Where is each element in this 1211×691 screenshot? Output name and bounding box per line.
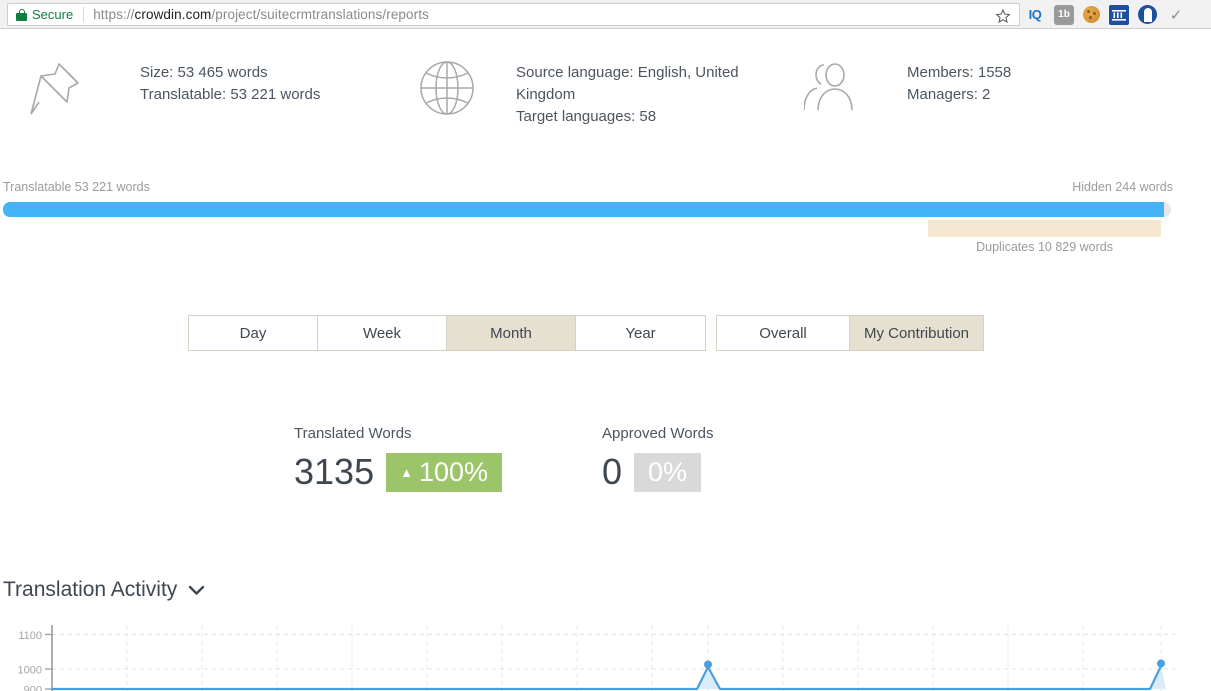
- source-language-text: Source language: English, United: [516, 64, 739, 81]
- tab-week[interactable]: Week: [318, 316, 447, 350]
- activity-chart-svg: 1100 1000 900: [18, 625, 1175, 691]
- translated-words-row: 3135 ▲ 100%: [294, 451, 503, 492]
- project-summary: Size: 53 465 words Translatable: 53 221 …: [0, 58, 1211, 158]
- chart-y-tick-marks: [45, 633, 52, 690]
- chart-ytick-1000: 1000: [18, 665, 42, 677]
- chevron-down-icon[interactable]: [188, 585, 205, 596]
- translated-words-metric: Translated Words 3135 ▲ 100%: [294, 425, 503, 492]
- translated-words-badge: ▲ 100%: [386, 452, 503, 492]
- translatable-words-label: Translatable 53 221 words: [3, 180, 150, 194]
- progress-bar-track: [3, 202, 1171, 217]
- project-language-lines: Source language: English, United Kingdom…: [516, 58, 746, 128]
- iq-extension-icon[interactable]: IQ: [1025, 5, 1045, 25]
- translation-activity-chart: 1100 1000 900: [0, 625, 1211, 691]
- project-size-lines: Size: 53 465 words Translatable: 53 221 …: [140, 58, 320, 120]
- check-extension-icon[interactable]: ✓: [1166, 5, 1186, 25]
- tab-day[interactable]: Day: [189, 316, 318, 350]
- target-languages-text: Target languages: 58: [516, 108, 657, 125]
- report-filters: Day Week Month Year Overall My Contribut…: [0, 315, 1211, 351]
- translated-words-badge-value: 100%: [418, 456, 489, 487]
- managers-count-text: Managers: 2: [907, 86, 991, 103]
- translation-activity-header[interactable]: Translation Activity: [3, 578, 205, 602]
- translated-words-value: 3135: [294, 451, 375, 492]
- bank-extension-icon[interactable]: [1109, 4, 1129, 25]
- chart-horizontal-gridlines: [52, 634, 1175, 670]
- progress-labels: Translatable 53 221 words Hidden 244 wor…: [0, 180, 1211, 198]
- url-text: https://crowdin.com/project/suitecrmtran…: [93, 7, 429, 22]
- approved-words-row: 0 0%: [602, 452, 713, 492]
- url-host: crowdin.com: [134, 7, 212, 22]
- translatable-progress-section: Translatable 53 221 words Hidden 244 wor…: [0, 180, 1211, 254]
- chart-ytick-1100: 1100: [18, 630, 42, 642]
- approved-words-metric: Approved Words 0 0%: [602, 425, 713, 492]
- progress-bar-fill: [3, 202, 1164, 217]
- chart-data-point[interactable]: [1157, 659, 1165, 668]
- project-members-lines: Members: 1558 Managers: 2: [907, 58, 1011, 116]
- source-language-text-cont: Kingdom: [516, 86, 576, 103]
- approved-words-badge-value: 0%: [648, 456, 688, 487]
- project-members-block: Members: 1558 Managers: 2: [800, 58, 1011, 116]
- activity-title: Translation Activity: [3, 578, 178, 601]
- blocker-extension-icon[interactable]: 1b: [1054, 4, 1074, 25]
- profile-avatar-icon[interactable]: [1138, 5, 1157, 24]
- omnibox-divider: [83, 7, 85, 22]
- globe-icon: [412, 58, 482, 128]
- bookmark-star-icon[interactable]: [995, 8, 1011, 24]
- url-path: /project/suitecrmtranslations/reports: [211, 7, 429, 22]
- browser-toolbar: Secure https://crowdin.com/project/suite…: [0, 0, 1211, 29]
- tab-my-contribution[interactable]: My Contribution: [850, 316, 983, 350]
- approved-words-caption: Approved Words: [602, 425, 714, 442]
- hidden-words-label: Hidden 244 words: [1072, 180, 1173, 194]
- page-content: Size: 53 465 words Translatable: 53 221 …: [0, 30, 1211, 691]
- members-count-text: Members: 1558: [907, 64, 1012, 81]
- duplicates-label: Duplicates 10 829 words: [976, 240, 1113, 254]
- caret-up-icon: ▲: [400, 464, 413, 480]
- address-bar[interactable]: Secure https://crowdin.com/project/suite…: [7, 3, 1020, 26]
- translated-words-caption: Translated Words: [294, 425, 412, 442]
- extension-icons: IQ 1b ✓: [1025, 0, 1186, 29]
- approved-words-value: 0: [602, 451, 623, 492]
- security-status-label: Secure: [32, 7, 74, 22]
- project-language-block: Source language: English, United Kingdom…: [412, 58, 746, 128]
- scope-tab-group: Overall My Contribution: [716, 315, 984, 351]
- duplicates-bar: [928, 220, 1161, 237]
- url-scheme: https://: [93, 7, 135, 22]
- tab-overall[interactable]: Overall: [717, 316, 850, 350]
- members-icon: [800, 58, 870, 116]
- pushpin-icon: [22, 58, 92, 120]
- project-size-text: Size: 53 465 words: [140, 64, 268, 81]
- tab-month[interactable]: Month: [447, 316, 576, 350]
- project-size-block: Size: 53 465 words Translatable: 53 221 …: [22, 58, 320, 120]
- approved-words-badge: 0%: [634, 452, 702, 492]
- chart-data-point[interactable]: [704, 660, 712, 669]
- chart-ytick-900: 900: [24, 685, 42, 691]
- project-translatable-text: Translatable: 53 221 words: [140, 86, 321, 103]
- tab-year[interactable]: Year: [576, 316, 705, 350]
- period-tab-group: Day Week Month Year: [188, 315, 706, 351]
- lock-icon: [16, 8, 27, 21]
- cookie-extension-icon[interactable]: [1083, 6, 1100, 23]
